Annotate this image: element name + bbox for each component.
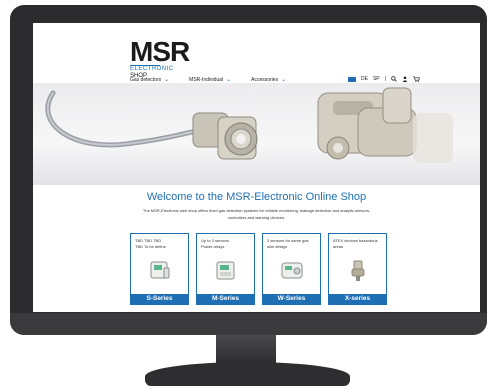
main-nav: Gas detectors ⌄ MSR-Individual ⌄ Accesso…	[130, 76, 287, 84]
gas-detector-image	[216, 261, 235, 280]
nav-gas-detectors[interactable]: Gas detectors ⌄	[130, 76, 170, 84]
card-series-label: W-Series	[263, 294, 320, 304]
monitor-stand-base	[145, 362, 350, 386]
lang-sp[interactable]: SP	[373, 76, 380, 82]
chevron-down-icon: ⌄	[281, 77, 287, 83]
hero-banner	[33, 83, 480, 185]
logo-text: MSR	[130, 36, 190, 67]
description-line: controllers and warning devices.	[227, 215, 286, 220]
card-series-label: M-Series	[197, 294, 254, 304]
logo-subtitle: ELECTRONIC	[130, 65, 174, 72]
user-icon[interactable]	[402, 76, 408, 82]
monitor-stand-neck	[216, 335, 276, 365]
nav-accessories[interactable]: Accessories ⌄	[251, 76, 287, 84]
product-card-s-series[interactable]: TBD TBD TBD TBD To be define S-Series	[130, 233, 189, 305]
msr-logo[interactable]: MSR ELECTRONIC SHOP	[130, 36, 190, 80]
card-text-line: Power-relays	[201, 244, 225, 249]
flag-icon[interactable]	[348, 76, 356, 82]
nav-label: MSR-Individual	[189, 76, 224, 83]
description-line: The MSR-Electronic web shop offers fixed…	[142, 208, 371, 213]
card-text-line: slim design	[267, 244, 288, 249]
hero-product-image	[45, 87, 453, 163]
chevron-down-icon: ⌄	[164, 77, 170, 83]
welcome-heading: Welcome to the MSR-Electronic Online Sho…	[146, 191, 367, 203]
cart-icon[interactable]	[412, 76, 420, 82]
card-description: Up to 3 sensors Power-relays	[201, 238, 251, 250]
card-description: ATEX devices hazardous areas	[333, 238, 383, 250]
product-card-m-series[interactable]: Up to 3 sensors Power-relays M-Series	[196, 233, 255, 305]
divider: |	[384, 76, 386, 82]
monitor-frame: MSR ELECTRONIC SHOP Gas detectors ⌄ MSR-…	[10, 5, 487, 335]
gas-detector-image	[351, 260, 365, 281]
gas-detector-image	[150, 261, 170, 279]
product-card-w-series[interactable]: 2 sensors for same gas slim design W-Ser…	[262, 233, 321, 305]
chevron-down-icon: ⌄	[226, 77, 232, 83]
nav-label: Accessories	[251, 76, 279, 83]
card-description: TBD TBD TBD TBD To be define	[135, 238, 185, 250]
webpage-screen: MSR ELECTRONIC SHOP Gas detectors ⌄ MSR-…	[33, 23, 480, 312]
card-series-label: S-Series	[131, 294, 188, 304]
card-description: 2 sensors for same gas slim design	[267, 238, 317, 250]
utility-bar: DE SP |	[348, 76, 420, 82]
product-card-x-series[interactable]: ATEX devices hazardous areas X-series	[328, 233, 387, 305]
gas-detector-image	[281, 262, 303, 279]
nav-label: Gas detectors	[130, 76, 162, 83]
card-series-label: X-series	[329, 294, 386, 304]
nav-msr-individual[interactable]: MSR-Individual ⌄	[189, 76, 232, 84]
lang-de[interactable]: DE	[361, 76, 368, 82]
card-text-line: TBD To be define	[135, 244, 166, 249]
card-text-line: areas	[333, 244, 344, 249]
search-icon[interactable]	[391, 76, 397, 82]
